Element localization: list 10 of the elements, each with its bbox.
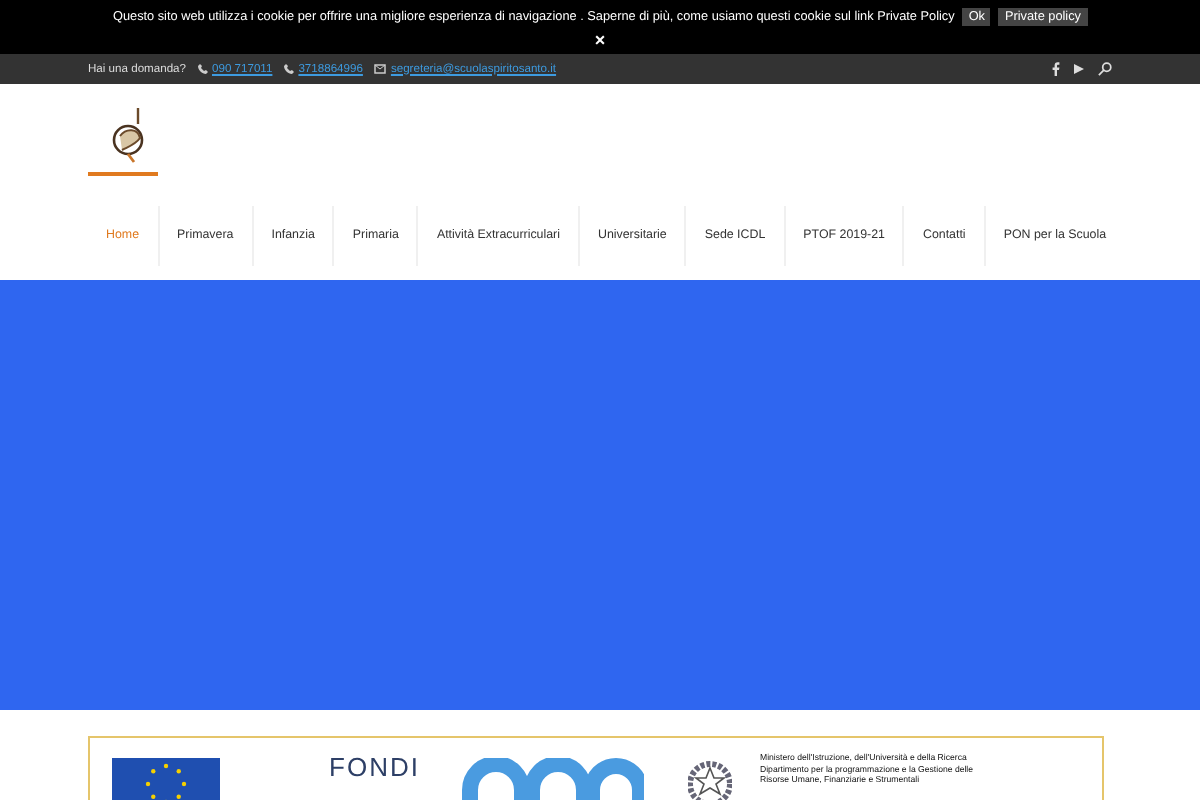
eu-flag-icon	[112, 758, 220, 800]
search-icon[interactable]	[1098, 62, 1112, 76]
facebook-icon[interactable]	[1052, 62, 1060, 76]
phone-icon	[284, 64, 295, 74]
emblem-icon	[688, 758, 732, 800]
envelope-icon	[374, 64, 387, 74]
phone-icon	[198, 64, 208, 74]
fondi-text: FONDI	[327, 754, 420, 782]
play-icon[interactable]	[1074, 64, 1084, 74]
close-button[interactable]: ×	[590, 30, 610, 50]
